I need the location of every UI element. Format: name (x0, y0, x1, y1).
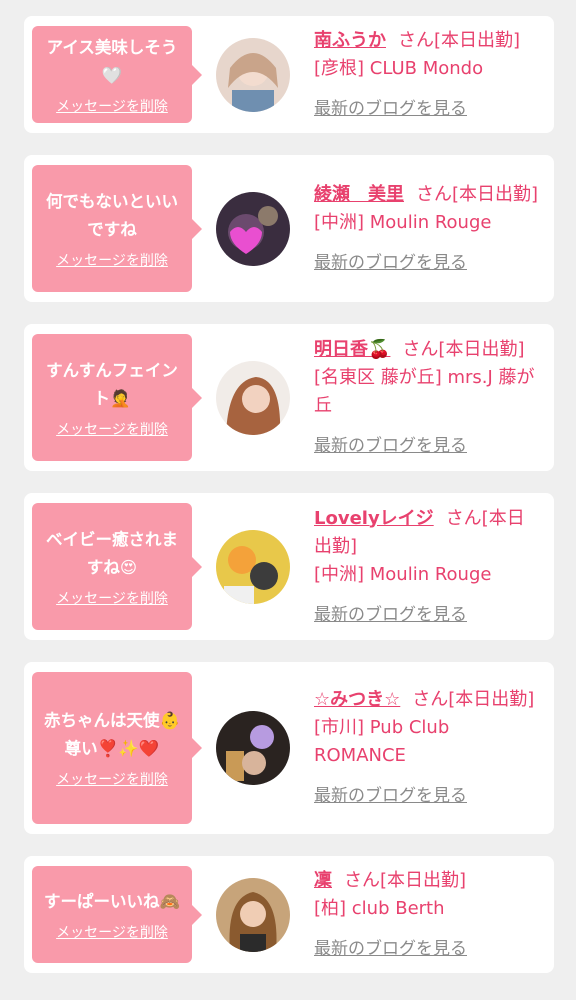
message-text: アイス美味しそう🤍 (46, 37, 178, 85)
status-suffix: さん[本日出勤] (344, 869, 467, 891)
message-text: 何でもないといいですね (46, 191, 178, 239)
list-item: 赤ちゃんは天使👶尊い❣️✨❤️ メッセージを削除 ☆みつき☆ さん[本日出勤] [… (24, 662, 554, 834)
blog-link[interactable]: 最新のブログを見る (314, 782, 467, 810)
delete-message-link[interactable]: メッセージを削除 (40, 588, 184, 608)
avatar[interactable] (216, 711, 290, 785)
list-item: 何でもないといいですね メッセージを削除 綾瀬 美里 さん[本日出勤] [中洲] … (24, 155, 554, 302)
status-suffix: さん[本日出勤] (402, 338, 525, 360)
shop-name: [彦根] CLUB Mondo (314, 57, 484, 79)
message-text: すーぱーいいね🙈 (43, 891, 181, 911)
blog-link[interactable]: 最新のブログを見る (314, 95, 467, 123)
message-bubble: すーぱーいいね🙈 メッセージを削除 (32, 866, 202, 963)
list-item: すーぱーいいね🙈 メッセージを削除 凜さん[本日出勤] [柏] club Ber… (24, 856, 554, 973)
shop-name: [中洲] Moulin Rouge (314, 563, 492, 585)
cast-name-link[interactable]: 南ふうか (314, 30, 386, 51)
blog-link[interactable]: 最新のブログを見る (314, 601, 467, 629)
message-text: すんすんフェイント🤦 (46, 360, 178, 408)
avatar[interactable] (216, 360, 290, 435)
cast-info: 明日香🍒 さん[本日出勤] [名東区 藤が丘] mrs.J 藤が丘 最新のブログを… (314, 336, 554, 460)
avatar[interactable] (216, 877, 290, 952)
cast-info: Lovelyレイジ さん[本日出勤] [中洲] Moulin Rouge 最新のブ… (314, 505, 554, 629)
cast-info: ☆みつき☆ さん[本日出勤] [市川] Pub Club ROMANCE 最新のブ… (314, 686, 554, 810)
message-bubble: ベイビー癒されますね😍 メッセージを削除 (32, 503, 202, 630)
cast-name-link[interactable]: Lovelyレイジ (314, 508, 434, 529)
shop-name: [柏] club Berth (314, 897, 445, 919)
delete-message-link[interactable]: メッセージを削除 (40, 250, 184, 270)
status-suffix: さん[本日出勤] (416, 183, 539, 205)
cast-name-link[interactable]: 綾瀬 美里 (314, 184, 404, 205)
list-item: すんすんフェイント🤦 メッセージを削除 明日香🍒 さん[本日出勤] [名東区 藤が… (24, 324, 554, 471)
cast-name-link[interactable]: 明日香🍒 (314, 339, 390, 360)
list-item: ベイビー癒されますね😍 メッセージを削除 Lovelyレイジ さん[本日出勤] [… (24, 493, 554, 640)
shop-name: [名東区 藤が丘] mrs.J 藤が丘 (314, 366, 535, 416)
cast-info: 凜さん[本日出勤] [柏] club Berth 最新のブログを見る (314, 867, 554, 963)
cast-name-link[interactable]: ☆みつき☆ (314, 689, 400, 710)
cast-name-link[interactable]: 凜 (314, 870, 332, 891)
cast-info: 綾瀬 美里 さん[本日出勤] [中洲] Moulin Rouge 最新のブログを見… (314, 181, 554, 277)
delete-message-link[interactable]: メッセージを削除 (40, 922, 184, 942)
delete-message-link[interactable]: メッセージを削除 (40, 419, 184, 439)
message-text: ベイビー癒されますね😍 (46, 529, 178, 577)
shop-name: [市川] Pub Club ROMANCE (314, 717, 450, 766)
cast-info: 南ふうか さん[本日出勤] [彦根] CLUB Mondo 最新のブログを見る (314, 27, 554, 123)
status-suffix: さん[本日出勤] (398, 29, 521, 51)
message-list: アイス美味しそう🤍 メッセージを削除 南ふうか さん[本日出勤] [彦根] CLU… (0, 0, 576, 973)
avatar[interactable] (216, 37, 290, 112)
message-bubble: 赤ちゃんは天使👶尊い❣️✨❤️ メッセージを削除 (32, 672, 202, 824)
blog-link[interactable]: 最新のブログを見る (314, 935, 467, 963)
blog-link[interactable]: 最新のブログを見る (314, 249, 467, 277)
delete-message-link[interactable]: メッセージを削除 (40, 769, 184, 789)
list-item: アイス美味しそう🤍 メッセージを削除 南ふうか さん[本日出勤] [彦根] CLU… (24, 16, 554, 133)
blog-link[interactable]: 最新のブログを見る (314, 432, 467, 460)
message-text: 赤ちゃんは天使👶尊い❣️✨❤️ (43, 711, 181, 758)
delete-message-link[interactable]: メッセージを削除 (40, 96, 184, 116)
message-bubble: 何でもないといいですね メッセージを削除 (32, 165, 202, 292)
message-bubble: アイス美味しそう🤍 メッセージを削除 (32, 26, 202, 123)
avatar[interactable] (216, 529, 290, 604)
status-suffix: さん[本日出勤] (412, 689, 535, 710)
avatar[interactable] (216, 191, 290, 266)
shop-name: [中洲] Moulin Rouge (314, 211, 492, 233)
message-bubble: すんすんフェイント🤦 メッセージを削除 (32, 334, 202, 461)
